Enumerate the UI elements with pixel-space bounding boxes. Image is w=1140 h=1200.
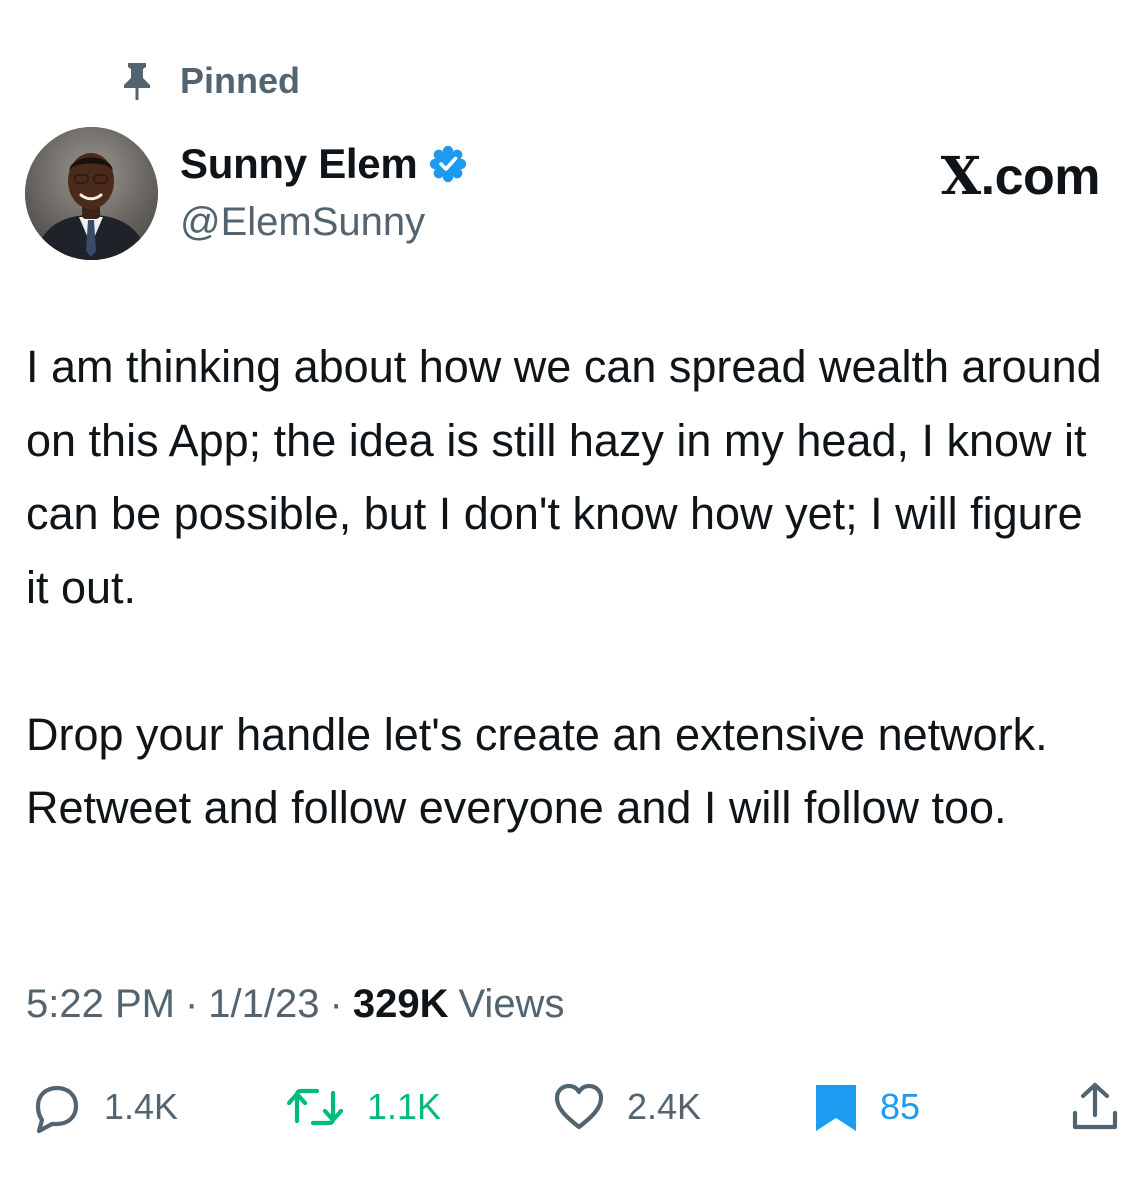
author-name-row[interactable]: Sunny Elem [180, 140, 469, 188]
views-label[interactable]: Views [458, 982, 564, 1027]
retweet-count: 1.1K [367, 1086, 442, 1127]
views-count[interactable]: 329K [353, 982, 449, 1027]
tweet-time[interactable]: 5:22 PM [26, 982, 175, 1027]
retweet-button[interactable]: 1.1K [283, 1075, 441, 1139]
retweet-icon [286, 1088, 344, 1126]
like-count: 2.4K [627, 1086, 702, 1127]
brand-watermark: X.com [940, 146, 1101, 207]
brand-x-letter: X [940, 146, 981, 207]
bookmark-button[interactable]: 85 [812, 1075, 920, 1139]
author-display-name[interactable]: Sunny Elem [180, 140, 418, 188]
tweet-paragraph: I am thinking about how we can spread we… [26, 341, 1102, 613]
like-button[interactable]: 2.4K [551, 1075, 701, 1139]
heart-icon [554, 1083, 604, 1130]
bookmark-icon [816, 1085, 856, 1131]
pinned-indicator: Pinned [120, 58, 300, 104]
meta-separator: · [329, 982, 343, 1026]
reply-button[interactable]: 1.4K [28, 1075, 178, 1139]
verified-badge-icon [430, 145, 467, 183]
brand-suffix: .com [980, 148, 1101, 206]
tweet-date[interactable]: 1/1/23 [208, 982, 319, 1027]
pin-icon [124, 63, 150, 100]
share-button[interactable] [1070, 1075, 1120, 1139]
author-handle[interactable]: @ElemSunny [180, 200, 425, 245]
action-bar: 1.4K 1.1K 2.4K 85 [0, 1075, 1140, 1139]
meta-separator: · [184, 982, 199, 1026]
avatar[interactable] [25, 127, 158, 260]
pinned-label: Pinned [180, 60, 301, 101]
tweet-meta: 5:22 PM · 1/1/23 · 329K Views [26, 982, 564, 1027]
avatar-photo [25, 127, 158, 260]
reply-icon [35, 1085, 79, 1134]
share-icon [1072, 1082, 1118, 1130]
tweet-paragraph: Drop your handle let's create an extensi… [26, 708, 1048, 834]
tweet-text: I am thinking about how we can spread we… [26, 330, 1116, 845]
reply-count: 1.4K [104, 1086, 179, 1127]
bookmark-count: 85 [880, 1086, 921, 1127]
